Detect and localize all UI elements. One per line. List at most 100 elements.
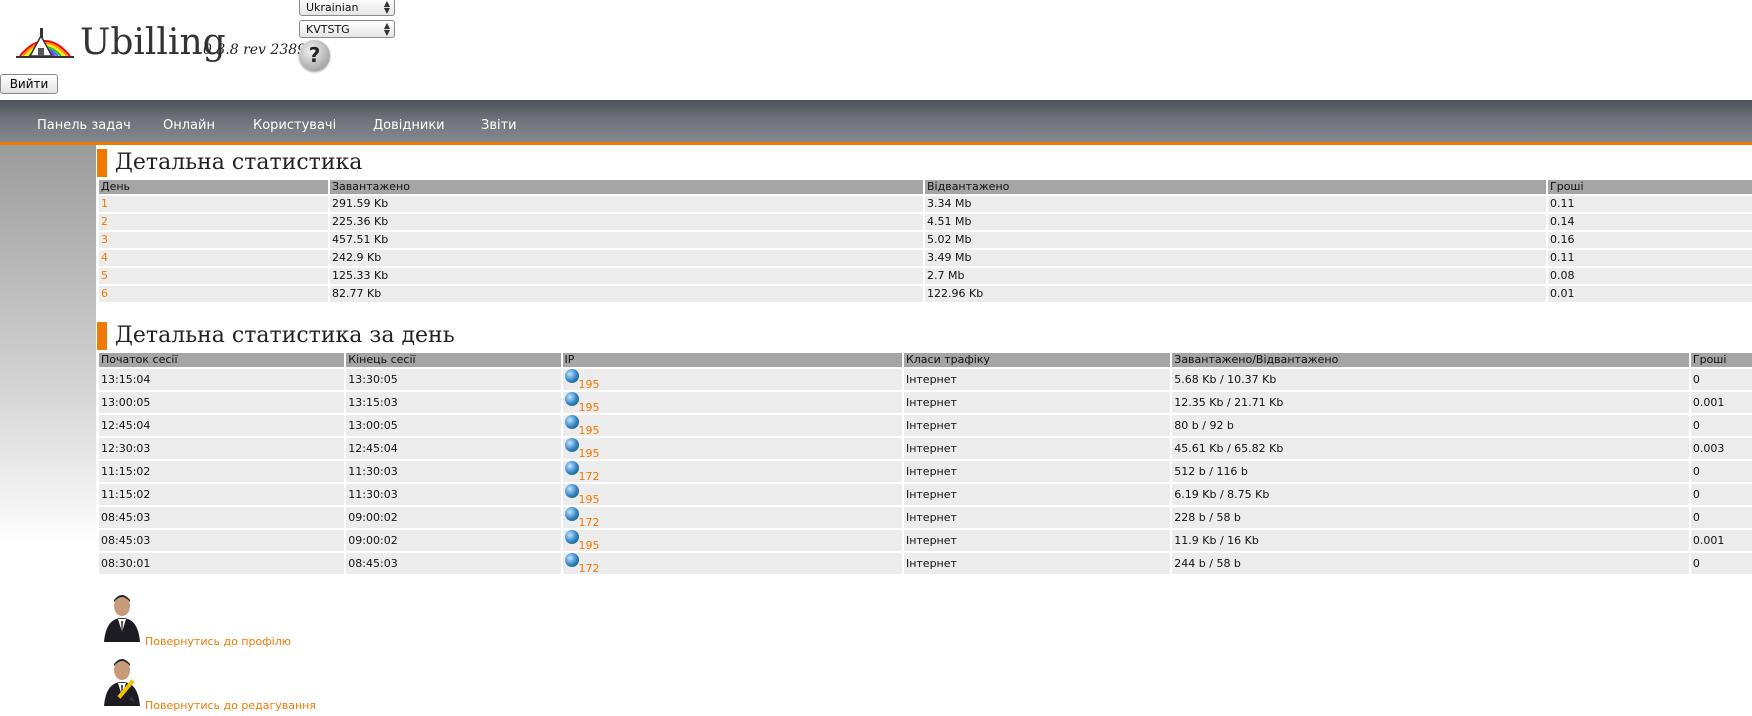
day-stats-table: Початок сесії Кінець сесії IP Класи траф… [97,351,1752,576]
session-start-cell: 08:45:03 [99,530,345,551]
money-cell: 0.08 [1548,268,1752,284]
table-row: 4 242.9 Kb 3.49 Mb 0.11 [99,250,1752,266]
help-icon[interactable]: ? [299,40,330,71]
traffic-cell: 512 b / 116 b [1172,461,1689,482]
traffic-cell: 12.35 Kb / 21.71 Kb [1172,392,1689,413]
column-header: Відвантажено [925,180,1546,194]
day-cell[interactable]: 2 [99,214,328,230]
money-cell: 0 [1690,461,1752,482]
table-row: 11:15:02 11:30:03 195 Інтернет 6.19 Kb /… [99,484,1752,505]
page: Ubilling 0.3.8 rev 2389 Ukrainian ▲ ▼ KVT… [0,0,1752,716]
session-end-cell: 11:30:03 [346,461,561,482]
day-cell[interactable]: 6 [99,286,328,302]
day-cell[interactable]: 5 [99,268,328,284]
ip-link[interactable]: 195 [579,493,600,505]
column-header: Гроші [1690,353,1752,367]
day-link[interactable]: 2 [101,215,108,228]
table-row: 08:45:03 09:00:02 195 Інтернет 11.9 Kb /… [99,530,1752,551]
day-cell[interactable]: 3 [99,232,328,248]
day-link[interactable]: 4 [101,251,108,264]
select-arrows-icon: ▲ ▼ [383,0,390,15]
sidebar [0,145,96,545]
globe-icon [564,369,579,383]
money-cell: 0.14 [1548,214,1752,230]
money-cell: 0.11 [1548,250,1752,266]
download-cell: 242.9 Kb [330,250,923,266]
traffic-cell: 228 b / 58 b [1172,507,1689,528]
ubilling-logo-icon [16,28,74,58]
download-cell: 225.36 Kb [330,214,923,230]
ip-link[interactable]: 172 [579,516,600,528]
day-cell[interactable]: 1 [99,196,328,212]
select-arrows-icon: ▲ ▼ [383,21,390,37]
ip-cell[interactable]: 195 [562,415,902,436]
day-link[interactable]: 6 [101,287,108,300]
logout-button[interactable]: Вийти [0,74,58,94]
language-select-value: Ukrainian [306,1,359,14]
back-to-edit-link[interactable]: Повернутись до редагування [145,699,316,712]
table-row: 5 125.33 Kb 2.7 Mb 0.08 [99,268,1752,284]
ip-link[interactable]: 172 [579,562,600,574]
column-header: Кінець сесії [346,353,561,367]
download-cell: 291.59 Kb [330,196,923,212]
language-select[interactable]: Ukrainian ▲ ▼ [299,0,395,16]
nav-item-task-panel[interactable]: Панель задач [37,100,131,142]
ip-link[interactable]: 195 [579,424,600,436]
download-cell: 457.51 Kb [330,232,923,248]
ip-cell[interactable]: 172 [562,553,902,574]
upload-cell: 2.7 Mb [925,268,1546,284]
skin-select[interactable]: KVTSTG ▲ ▼ [299,20,395,38]
money-cell: 0.001 [1690,392,1752,413]
traffic-cell: 6.19 Kb / 8.75 Kb [1172,484,1689,505]
day-link[interactable]: 5 [101,269,108,282]
day-link[interactable]: 1 [101,197,108,210]
session-end-cell: 11:30:03 [346,484,561,505]
table-row: 08:45:03 09:00:02 172 Інтернет 228 b / 5… [99,507,1752,528]
session-start-cell: 12:45:04 [99,415,345,436]
column-header: Класи трафіку [903,353,1171,367]
upload-cell: 4.51 Mb [925,214,1546,230]
ip-cell[interactable]: 195 [562,369,902,390]
nav-item-users[interactable]: Користувачі [253,100,336,142]
back-to-profile-link[interactable]: Повернутись до профілю [145,635,291,648]
column-header: Початок сесії [99,353,345,367]
money-cell: 0.003 [1690,438,1752,459]
globe-icon [564,461,579,475]
ip-link[interactable]: 172 [579,470,600,482]
session-start-cell: 13:15:04 [99,369,345,390]
money-cell: 0 [1690,484,1752,505]
ip-cell[interactable]: 172 [562,507,902,528]
user-edit-icon [104,659,140,706]
session-end-cell: 12:45:04 [346,438,561,459]
download-cell: 125.33 Kb [330,268,923,284]
ip-cell[interactable]: 172 [562,461,902,482]
money-cell: 0.001 [1690,530,1752,551]
nav-item-reports[interactable]: Звіти [481,100,517,142]
ip-link[interactable]: 195 [579,401,600,413]
session-start-cell: 12:30:03 [99,438,345,459]
nav-item-online[interactable]: Онлайн [163,100,215,142]
ip-cell[interactable]: 195 [562,438,902,459]
ip-link[interactable]: 195 [579,447,600,459]
ip-cell[interactable]: 195 [562,530,902,551]
download-cell: 82.77 Kb [330,286,923,302]
money-cell: 0 [1690,553,1752,574]
day-link[interactable]: 3 [101,233,108,246]
traffic-class-cell: Інтернет [903,530,1171,551]
ip-cell[interactable]: 195 [562,392,902,413]
ip-link[interactable]: 195 [579,539,600,551]
main-navigation: Панель задач Онлайн Користувачі Довідник… [0,100,1752,145]
upload-cell: 3.34 Mb [925,196,1546,212]
globe-icon [564,438,579,452]
upload-cell: 5.02 Mb [925,232,1546,248]
column-header: IP [562,353,902,367]
session-start-cell: 08:30:01 [99,553,345,574]
session-end-cell: 09:00:02 [346,507,561,528]
nav-item-directories[interactable]: Довідники [373,100,445,142]
traffic-class-cell: Інтернет [903,392,1171,413]
day-cell[interactable]: 4 [99,250,328,266]
ip-cell[interactable]: 195 [562,484,902,505]
table-row: 3 457.51 Kb 5.02 Mb 0.16 [99,232,1752,248]
ip-link[interactable]: 195 [579,378,600,390]
money-cell: 0 [1690,369,1752,390]
